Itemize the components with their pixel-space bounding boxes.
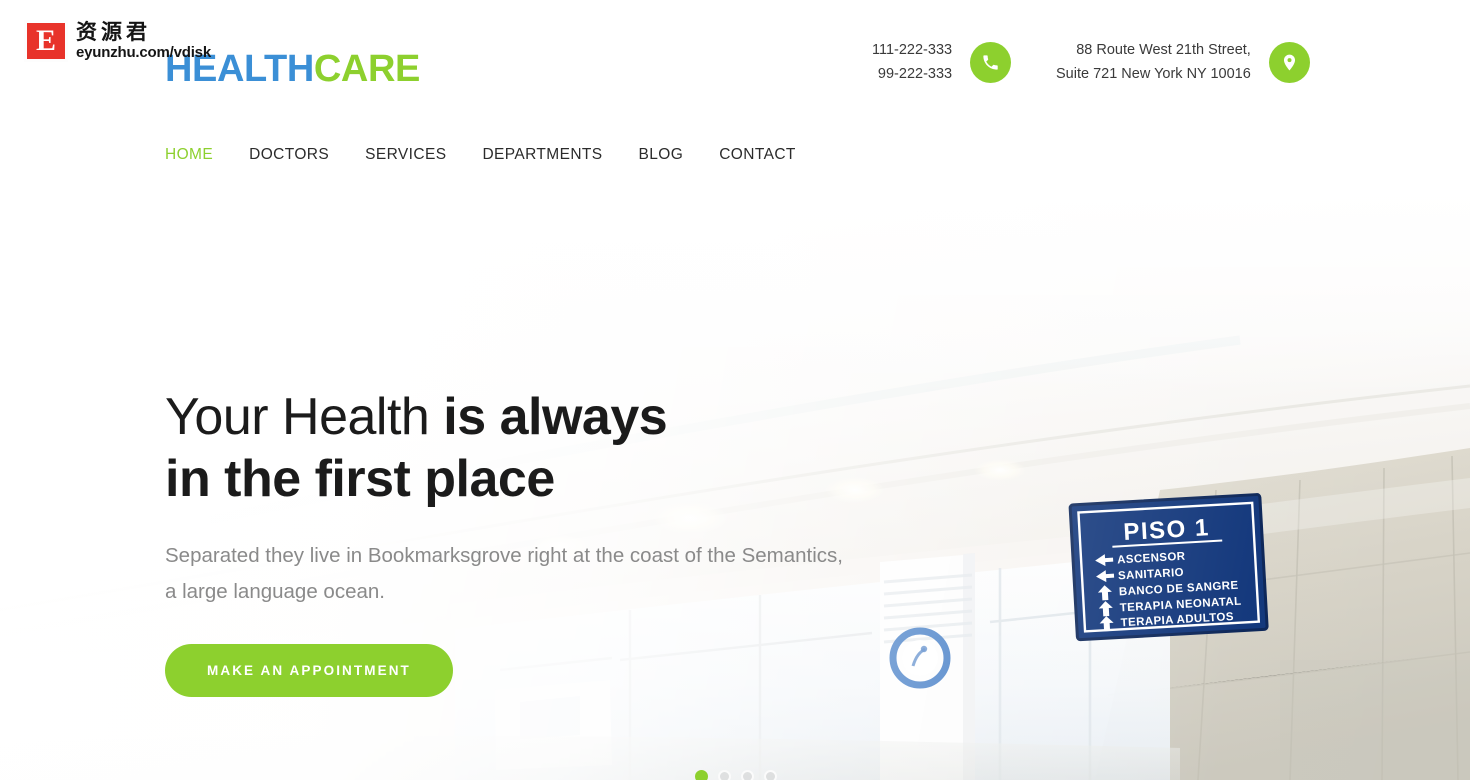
nav-item-services[interactable]: SERVICES xyxy=(365,146,465,164)
hero-title-bold-2: in the first place xyxy=(165,450,555,508)
phone-icon[interactable] xyxy=(970,41,1012,83)
hero-content: Your Health is always in the first place… xyxy=(165,386,925,697)
nav-item-blog[interactable]: BLOG xyxy=(639,146,703,164)
nav-item-contact[interactable]: CONTACT xyxy=(719,146,796,164)
hero-title-light: Your Health xyxy=(165,388,444,446)
site-header: HEALTHCARE 111-222-333 99-222-333 88 Rou… xyxy=(0,0,1470,120)
nav-item-doctors[interactable]: DOCTORS xyxy=(249,146,348,164)
address-line-2: Suite 721 New York NY 10016 xyxy=(1056,66,1251,82)
header-phone-block[interactable]: 111-222-333 99-222-333 xyxy=(872,38,1012,86)
main-navigation: HOME DOCTORS SERVICES DEPARTMENTS BLOG C… xyxy=(165,146,796,164)
logo-text-care: CARE xyxy=(313,48,420,90)
nav-item-departments[interactable]: DEPARTMENTS xyxy=(482,146,621,164)
header-phone-text: 111-222-333 99-222-333 xyxy=(872,38,952,86)
hospital-sign: PISO 1 ASCENSOR SANITARIO BANCO DE SANGR… xyxy=(1068,493,1269,642)
header-address-text: 88 Route West 21th Street, Suite 721 New… xyxy=(1056,38,1251,86)
hero-title-bold-1: is always xyxy=(443,388,668,446)
phone-line-2: 99-222-333 xyxy=(877,66,953,82)
page-root: PISO 1 ASCENSOR SANITARIO BANCO DE SANGR… xyxy=(0,0,1470,780)
nav-item-home[interactable]: HOME xyxy=(165,146,232,164)
slider-dot-1[interactable] xyxy=(695,770,708,780)
slider-dot-3[interactable] xyxy=(741,770,754,780)
make-appointment-button[interactable]: MAKE AN APPOINTMENT xyxy=(165,644,453,697)
phone-line-1: 111-222-333 xyxy=(872,42,953,58)
map-pin-icon[interactable] xyxy=(1268,41,1310,83)
slider-dot-2[interactable] xyxy=(718,770,731,780)
site-logo[interactable]: HEALTHCARE xyxy=(165,50,420,88)
hero-subtitle: Separated they live in Bookmarksgrove ri… xyxy=(165,544,843,603)
hero-title: Your Health is always in the first place xyxy=(165,386,925,510)
slider-dots xyxy=(695,770,777,780)
logo-text-health: HEALTH xyxy=(165,48,314,90)
header-address-block[interactable]: 88 Route West 21th Street, Suite 721 New… xyxy=(1056,38,1310,86)
slider-dot-4[interactable] xyxy=(764,770,777,780)
address-line-1: 88 Route West 21th Street, xyxy=(1076,42,1251,58)
